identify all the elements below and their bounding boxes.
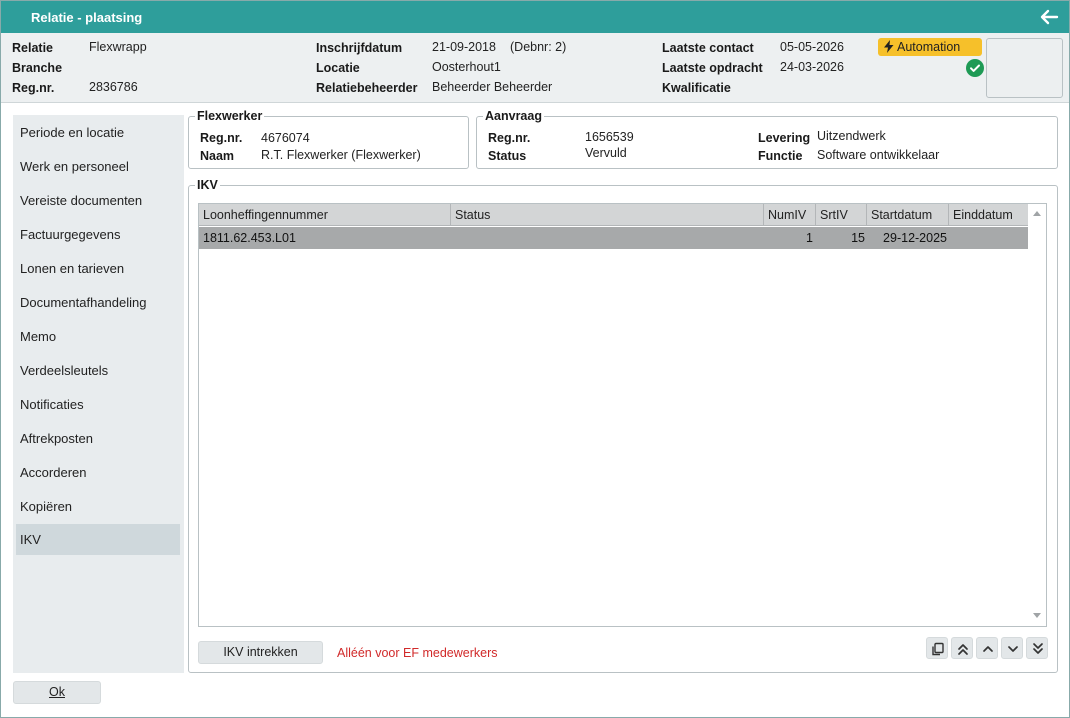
aanvraag-levering-value: Uitzendwerk bbox=[817, 129, 886, 143]
column-header-einddatum[interactable]: Einddatum bbox=[949, 204, 1028, 226]
aanvraag-regnr-label: Reg.nr. bbox=[488, 131, 531, 145]
ef-warning-text: Alléén voor EF medewerkers bbox=[337, 646, 498, 660]
aanvraag-regnr-value: 1656539 bbox=[585, 130, 634, 144]
relatie-label: Relatie bbox=[12, 41, 53, 55]
automation-badge[interactable]: Automation bbox=[878, 38, 982, 56]
sidebar-item-lonen-en-tarieven[interactable]: Lonen en tarieven bbox=[16, 253, 180, 284]
column-header-status[interactable]: Status bbox=[451, 204, 764, 226]
title-bar: Relatie - plaatsing bbox=[1, 1, 1069, 33]
window-title: Relatie - plaatsing bbox=[31, 10, 143, 25]
double-chevron-down-icon bbox=[1033, 643, 1043, 654]
column-header-loonheffingennummer[interactable]: Loonheffingennummer bbox=[199, 204, 451, 226]
chevron-down-icon bbox=[1008, 646, 1018, 652]
relatiebeheerder-value: Beheerder Beheerder bbox=[432, 80, 553, 94]
regnr-value: 2836786 bbox=[89, 80, 138, 94]
ikv-intrekken-button[interactable]: IKV intrekken bbox=[198, 641, 323, 664]
cell-numiv: 1 bbox=[806, 231, 813, 245]
laatste-opdracht-label: Laatste opdracht bbox=[662, 61, 763, 75]
sidebar-item-notificaties[interactable]: Notificaties bbox=[16, 389, 180, 420]
laatste-contact-value: 05-05-2026 bbox=[780, 40, 844, 54]
column-header-numiv[interactable]: NumIV bbox=[764, 204, 816, 226]
flexwerker-naam-value: R.T. Flexwerker (Flexwerker) bbox=[261, 148, 421, 162]
sidebar-item-memo[interactable]: Memo bbox=[16, 321, 180, 352]
flexwerker-legend: Flexwerker bbox=[195, 109, 265, 123]
vertical-scrollbar[interactable] bbox=[1028, 204, 1046, 626]
laatste-opdracht-value: 24-03-2026 bbox=[780, 60, 844, 74]
sidebar-item-periode-en-locatie[interactable]: Periode en locatie bbox=[16, 117, 180, 148]
table-header: Loonheffingennummer Status NumIV SrtIV S… bbox=[199, 204, 1028, 226]
chevron-up-icon bbox=[983, 646, 993, 652]
back-arrow-icon[interactable] bbox=[1037, 5, 1061, 29]
move-to-top-button[interactable] bbox=[951, 637, 973, 659]
sidebar-item-accorderen[interactable]: Accorderen bbox=[16, 457, 180, 488]
sidebar-item-ikv[interactable]: IKV bbox=[16, 524, 180, 555]
aanvraag-functie-value: Software ontwikkelaar bbox=[817, 148, 940, 162]
aanvraag-legend: Aanvraag bbox=[483, 109, 544, 123]
flexwerker-regnr-label: Reg.nr. bbox=[200, 131, 243, 145]
automation-badge-label: Automation bbox=[897, 40, 961, 54]
inschrijfdatum-label: Inschrijfdatum bbox=[316, 41, 403, 55]
sidebar-item-vereiste-documenten[interactable]: Vereiste documenten bbox=[16, 185, 180, 216]
ok-button[interactable]: Ok bbox=[13, 681, 101, 704]
aanvraag-status-value: Vervuld bbox=[585, 146, 627, 160]
double-chevron-up-icon bbox=[958, 644, 968, 655]
column-header-srtiv[interactable]: SrtIV bbox=[816, 204, 867, 226]
ikv-legend: IKV bbox=[195, 178, 220, 192]
move-up-button[interactable] bbox=[976, 637, 998, 659]
profile-photo-placeholder[interactable] bbox=[986, 38, 1063, 98]
debnr-value: (Debnr: 2) bbox=[510, 40, 567, 54]
flexwerker-naam-label: Naam bbox=[200, 149, 235, 163]
aanvraag-status-label: Status bbox=[488, 149, 527, 163]
aanvraag-functie-label: Functie bbox=[758, 149, 803, 163]
aanvraag-levering-label: Levering bbox=[758, 131, 811, 145]
sidebar-nav: Periode en locatie Werk en personeel Ver… bbox=[13, 115, 184, 673]
check-icon bbox=[966, 59, 984, 77]
cell-startdatum: 29-12-2025 bbox=[883, 231, 947, 245]
sidebar-item-documentafhandeling[interactable]: Documentafhandeling bbox=[16, 287, 180, 318]
sidebar-item-kopieren[interactable]: Kopiëren bbox=[16, 491, 180, 522]
copy-button[interactable] bbox=[926, 637, 948, 659]
branche-label: Branche bbox=[12, 61, 63, 75]
move-down-button[interactable] bbox=[1001, 637, 1023, 659]
scroll-down-icon[interactable] bbox=[1033, 613, 1041, 618]
move-to-bottom-button[interactable] bbox=[1026, 637, 1048, 659]
column-header-startdatum[interactable]: Startdatum bbox=[867, 204, 949, 226]
locatie-label: Locatie bbox=[316, 61, 360, 75]
scroll-up-icon[interactable] bbox=[1033, 211, 1041, 216]
aanvraag-panel: Aanvraag Reg.nr. 1656539 Status Vervuld … bbox=[476, 109, 1058, 169]
laatste-contact-label: Laatste contact bbox=[662, 41, 754, 55]
dialog-window: Relatie - plaatsing Relatie Flexwrapp Br… bbox=[0, 0, 1070, 718]
copy-icon bbox=[932, 642, 944, 656]
sidebar-item-verdeelsleutels[interactable]: Verdeelsleutels bbox=[16, 355, 180, 386]
flexwerker-panel: Flexwerker Reg.nr. 4676074 Naam R.T. Fle… bbox=[188, 109, 469, 169]
cell-srtiv: 15 bbox=[851, 231, 865, 245]
regnr-label: Reg.nr. bbox=[12, 81, 55, 95]
sidebar-item-werk-en-personeel[interactable]: Werk en personeel bbox=[16, 151, 180, 182]
relatie-value: Flexwrapp bbox=[89, 40, 147, 54]
cell-loonheffingennummer: 1811.62.453.L01 bbox=[203, 231, 296, 245]
table-row[interactable]: 1811.62.453.L01 1 15 29-12-2025 bbox=[199, 227, 1028, 249]
ikv-table: Loonheffingennummer Status NumIV SrtIV S… bbox=[198, 203, 1047, 627]
inschrijfdatum-value: 21-09-2018 bbox=[432, 40, 496, 54]
kwalificatie-label: Kwalificatie bbox=[662, 81, 731, 95]
lightning-icon bbox=[884, 40, 894, 53]
relation-header: Relatie Flexwrapp Branche Reg.nr. 283678… bbox=[1, 33, 1069, 103]
locatie-value: Oosterhout1 bbox=[432, 60, 501, 74]
relatiebeheerder-label: Relatiebeheerder bbox=[316, 81, 418, 95]
sidebar-item-aftrekposten[interactable]: Aftrekposten bbox=[16, 423, 180, 454]
flexwerker-regnr-value: 4676074 bbox=[261, 131, 310, 145]
sidebar-item-factuurgegevens[interactable]: Factuurgegevens bbox=[16, 219, 180, 250]
